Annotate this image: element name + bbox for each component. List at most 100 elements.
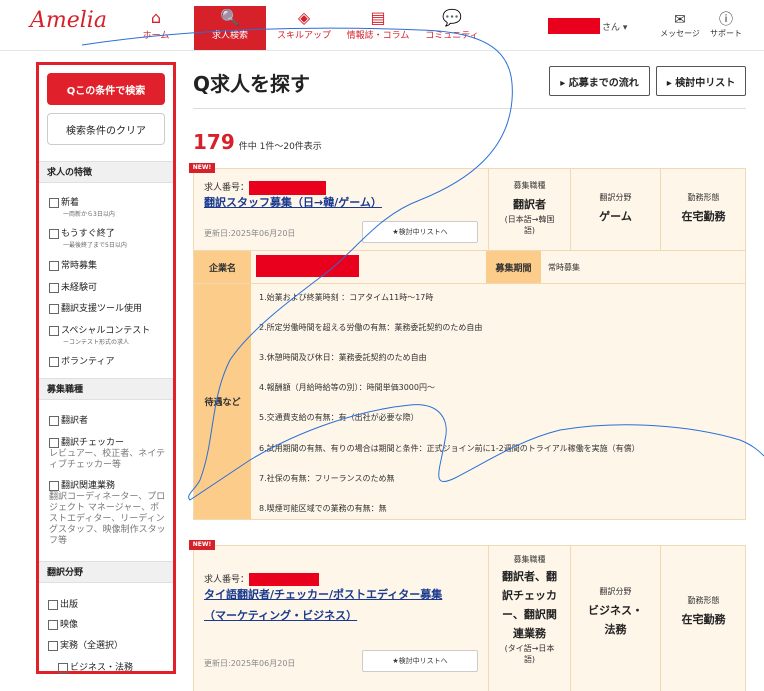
top-header: Amelia ⌂ ホーム 🔍 求人検索 ◈ スキルアップ ▤ 情報誌・コラム 💬… (0, 0, 764, 51)
checkbox-label: 翻訳関連業務 (61, 481, 116, 491)
job-title-line[interactable]: （マーケティング・ビジネス） (204, 609, 357, 622)
checkbox-icon[interactable] (48, 619, 58, 630)
checkbox-volunteer[interactable]: ボランティア (49, 354, 114, 367)
checkbox-practical-all[interactable]: 実務（全選択） (48, 638, 123, 651)
job-role-value: 翻訳者 (513, 198, 546, 211)
checkbox-related-work[interactable]: 翻訳関連業務 翻訳コーディネーター、プロジェクト マネージャー、ポストエディター、… (49, 478, 167, 547)
checkbox-label: 常時募集 (61, 261, 98, 271)
checkbox-label: ボランティア (61, 357, 115, 367)
checkbox-desc: 翻訳コーディネーター、プロジェクト マネージャー、ポストエディター、リーディング… (49, 492, 166, 546)
checkbox-icon[interactable] (49, 282, 59, 293)
section-fields: 翻訳分野 (39, 561, 173, 583)
job-role-sub: (日本語→韓国 (504, 215, 555, 224)
user-name-redacted[interactable] (548, 18, 600, 34)
checkbox-ending-soon[interactable]: もうすぐ終了 一最後終了まで5日以内 (49, 226, 127, 249)
search-icon: 🔍 (220, 8, 240, 27)
checkbox-icon[interactable] (48, 599, 58, 610)
checkbox-checker[interactable]: 翻訳チェッカー レビュアー、校正者、ネイティブチェッカー等 (49, 435, 167, 471)
new-badge: NEW! (189, 540, 215, 550)
checkbox-translation-tool[interactable]: 翻訳支援ツール使用 (49, 301, 142, 314)
layers-icon: ◈ (297, 8, 311, 27)
job-role: 募集職種 翻訳者 (日本語→韓国 語) (489, 180, 570, 236)
job-field-label: 翻訳分野 (599, 587, 632, 596)
updated-date: 更新日:2025年06月20日 (204, 229, 296, 238)
job-role-sub: 語) (523, 655, 536, 664)
nav-community[interactable]: 💬 コミュニティ (416, 6, 488, 50)
checkbox-publishing[interactable]: 出版 (48, 597, 78, 610)
term-item: 2.所定労働時間を超える労働の有無：業務委託契約のため自由 (259, 323, 483, 332)
term-item: 4.報酬額（月給時給等の別）：時間単価3000円〜 (259, 383, 435, 392)
job-field: 翻訳分野 ゲーム (571, 192, 660, 226)
checkbox-no-experience[interactable]: 未経験可 (49, 280, 97, 293)
checkbox-label: 出版 (60, 600, 79, 610)
checkbox-icon[interactable] (49, 356, 59, 367)
job-work-style-value: 在宅勤務 (681, 613, 726, 626)
logo[interactable]: Amelia (30, 8, 107, 33)
job-work-style: 勤務形態 在宅勤務 (661, 192, 746, 226)
checkbox-label: 実務（全選択） (60, 641, 124, 651)
checkbox-translator[interactable]: 翻訳者 (49, 413, 88, 426)
checkbox-always-recruiting[interactable]: 常時募集 (49, 258, 97, 271)
clear-conditions-button[interactable]: 検索条件のクリア (47, 113, 165, 145)
term-item: 7.社保の有無：フリーランスのため無 (259, 474, 395, 483)
nav-job-search-label: 求人検索 (211, 31, 248, 41)
checkbox-icon[interactable] (49, 325, 59, 336)
job-role-sub: 語) (523, 226, 536, 235)
job-role-value: 連業務 (513, 627, 546, 640)
checkbox-icon[interactable] (49, 415, 59, 426)
job-field-value: ビジネス・ (588, 604, 643, 617)
add-to-watchlist-button[interactable]: ★検討中リストへ (362, 221, 478, 243)
job-field-value: 法務 (604, 623, 627, 636)
checkbox-label: スペシャルコンテスト (61, 326, 151, 336)
checkbox-sub: 一両新から3日以内 (63, 211, 115, 218)
job-title-line[interactable]: タイ語翻訳者/チェッカー/ポストエディター募集 (204, 588, 442, 601)
checkbox-label: 翻訳支援ツール使用 (61, 304, 143, 314)
checkbox-video[interactable]: 映像 (48, 617, 78, 630)
nav-job-search[interactable]: 🔍 求人検索 (194, 6, 266, 50)
search-with-conditions-button[interactable]: Qこの条件で検索 (47, 73, 165, 105)
job-role-label: 募集職種 (513, 181, 546, 190)
job-title-link[interactable]: タイ語翻訳者/チェッカー/ポストエディター募集 （マーケティング・ビジネス） (204, 584, 442, 626)
checkbox-icon[interactable] (49, 197, 59, 208)
nav-home[interactable]: ⌂ ホーム (120, 6, 192, 50)
section-roles: 募集職種 (39, 378, 173, 400)
checkbox-icon[interactable] (49, 303, 59, 314)
user-menu[interactable]: さん ▾ (602, 20, 627, 33)
checkbox-icon[interactable] (49, 480, 59, 491)
term-item: 5.交通費支給の有無：有（出社が必要な際） (259, 413, 419, 422)
watchlist-button[interactable]: ▸ 検討中リスト (656, 66, 746, 96)
nav-home-label: ホーム (142, 31, 170, 41)
support-button[interactable]: ⓘ サポート (706, 12, 746, 39)
job-role-sub: (タイ語→日本 (504, 644, 555, 653)
result-count-text: 件中 1件〜20件表示 (238, 142, 322, 152)
chat-icon: 💬 (442, 8, 462, 27)
checkbox-icon[interactable] (49, 260, 59, 271)
term-item: 1.始業および終業時刻 ：コアタイム11時〜17時 (259, 293, 434, 302)
job-role-value: 訳チェッカ (502, 589, 557, 602)
checkbox-business-legal[interactable]: ビジネス・法務 (58, 660, 133, 673)
add-to-watchlist-button[interactable]: ★検討中リストへ (362, 650, 478, 672)
checkbox-special-contest[interactable]: スペシャルコンテスト ーコンテスト形式の求人 (49, 323, 150, 346)
checkbox-label: 翻訳者 (61, 416, 89, 426)
search-filter-sidebar: Qこの条件で検索 検索条件のクリア 求人の特徴 新着 一両新から3日以内 もうすぐ… (36, 62, 176, 674)
term-item: 6.試用期間の有無、有りの場合は期間と条件：正式ジョイン前に1-2週間のトライア… (259, 444, 640, 453)
nav-column-label: 情報誌・コラム (346, 31, 410, 41)
home-icon: ⌂ (150, 8, 162, 27)
nav-column[interactable]: ▤ 情報誌・コラム (342, 6, 414, 50)
checkbox-icon[interactable] (49, 437, 59, 448)
nav-skillup[interactable]: ◈ スキルアップ (268, 6, 340, 50)
terms-label: 待遇など (194, 284, 251, 519)
checkbox-icon[interactable] (58, 662, 68, 673)
application-flow-button[interactable]: ▸ 応募までの流れ (549, 66, 650, 96)
term-item: 8.喫煙可能区域での業務の有無：無 (259, 504, 387, 513)
checkbox-label: もうすぐ終了 (61, 229, 115, 239)
job-title-link[interactable]: 翻訳スタッフ募集（日→韓/ゲーム） (204, 192, 382, 213)
result-count: 179 件中 1件〜20件表示 (193, 130, 322, 154)
checkbox-new[interactable]: 新着 一両新から3日以内 (49, 195, 115, 218)
checkbox-icon[interactable] (48, 640, 58, 651)
job-title-line[interactable]: 翻訳スタッフ募集（日→韓/ゲーム） (204, 196, 382, 209)
checkbox-icon[interactable] (49, 228, 59, 239)
job-field-value: ゲーム (599, 210, 632, 223)
message-button[interactable]: ✉ メッセージ (660, 12, 700, 39)
job-work-style-label: 勤務形態 (687, 596, 720, 605)
